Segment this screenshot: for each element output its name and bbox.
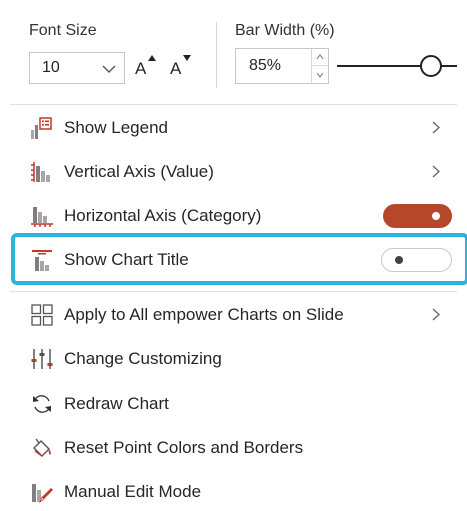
menu-item-label: Redraw Chart [64, 394, 169, 413]
toolbar-divider [216, 22, 217, 88]
sliders-icon [30, 347, 54, 371]
highlight-frame [11, 233, 467, 285]
increase-font-label: A [135, 59, 147, 78]
menu-item-redraw-chart[interactable]: Redraw Chart [0, 383, 467, 425]
vertical-axis-icon [30, 160, 54, 184]
bar-width-spinner[interactable]: 85% [235, 48, 329, 84]
increase-font-button[interactable]: A [131, 52, 163, 84]
menu-item-horizontal-axis[interactable]: Horizontal Axis (Category) [0, 195, 467, 237]
menu-item-show-legend[interactable]: Show Legend [0, 107, 467, 149]
horizontal-axis-toggle[interactable] [383, 204, 452, 228]
menu-item-label: Change Customizing [64, 349, 222, 368]
legend-icon [30, 116, 54, 140]
bar-width-label: Bar Width (%) [235, 22, 335, 39]
menu-item-label: Horizontal Axis (Category) [64, 206, 262, 225]
decrease-font-button[interactable]: A [166, 52, 198, 84]
chart-context-menu: Font Size 10 A A Bar Width (%) 85% Show … [0, 0, 467, 511]
menu-item-label: Reset Point Colors and Borders [64, 438, 304, 457]
bar-width-value: 85% [249, 57, 282, 74]
spinner-up-button[interactable] [312, 49, 328, 66]
chevron-down-icon [102, 62, 116, 80]
chevron-right-icon [432, 308, 440, 326]
refresh-icon [30, 392, 54, 416]
slider-thumb[interactable] [420, 55, 442, 77]
toggle-knob [432, 212, 440, 220]
caret-down-icon [183, 55, 191, 61]
pencil-chart-icon [30, 480, 54, 504]
caret-up-icon [148, 55, 156, 61]
chevron-up-icon [316, 54, 324, 60]
chevron-right-icon [432, 121, 440, 139]
menu-item-label: Show Legend [64, 118, 168, 137]
spinner-down-button[interactable] [312, 66, 328, 83]
menu-item-reset-point-colors[interactable]: Reset Point Colors and Borders [0, 427, 467, 469]
font-size-value: 10 [42, 59, 60, 76]
spinner-buttons [311, 49, 328, 83]
menu-item-label: Vertical Axis (Value) [64, 162, 214, 181]
menu-item-apply-all[interactable]: Apply to All empower Charts on Slide [0, 294, 467, 336]
divider [10, 291, 457, 292]
menu-item-manual-edit-mode[interactable]: Manual Edit Mode [0, 471, 467, 511]
menu-item-label: Manual Edit Mode [64, 482, 202, 501]
decrease-font-label: A [170, 59, 182, 78]
horizontal-axis-icon [30, 204, 54, 228]
grid-icon [30, 303, 54, 327]
chart-toolbar: Font Size 10 A A Bar Width (%) 85% [0, 0, 467, 103]
chevron-right-icon [432, 165, 440, 183]
divider [10, 104, 457, 105]
menu-item-label: Apply to All empower Charts on Slide [64, 305, 344, 324]
paint-bucket-icon [30, 436, 54, 460]
font-size-select[interactable]: 10 [29, 52, 125, 84]
chevron-down-icon [316, 72, 324, 78]
menu-item-change-customizing[interactable]: Change Customizing [0, 338, 467, 380]
bar-width-slider[interactable] [337, 54, 457, 78]
font-size-label: Font Size [29, 22, 97, 39]
menu-item-vertical-axis[interactable]: Vertical Axis (Value) [0, 151, 467, 193]
